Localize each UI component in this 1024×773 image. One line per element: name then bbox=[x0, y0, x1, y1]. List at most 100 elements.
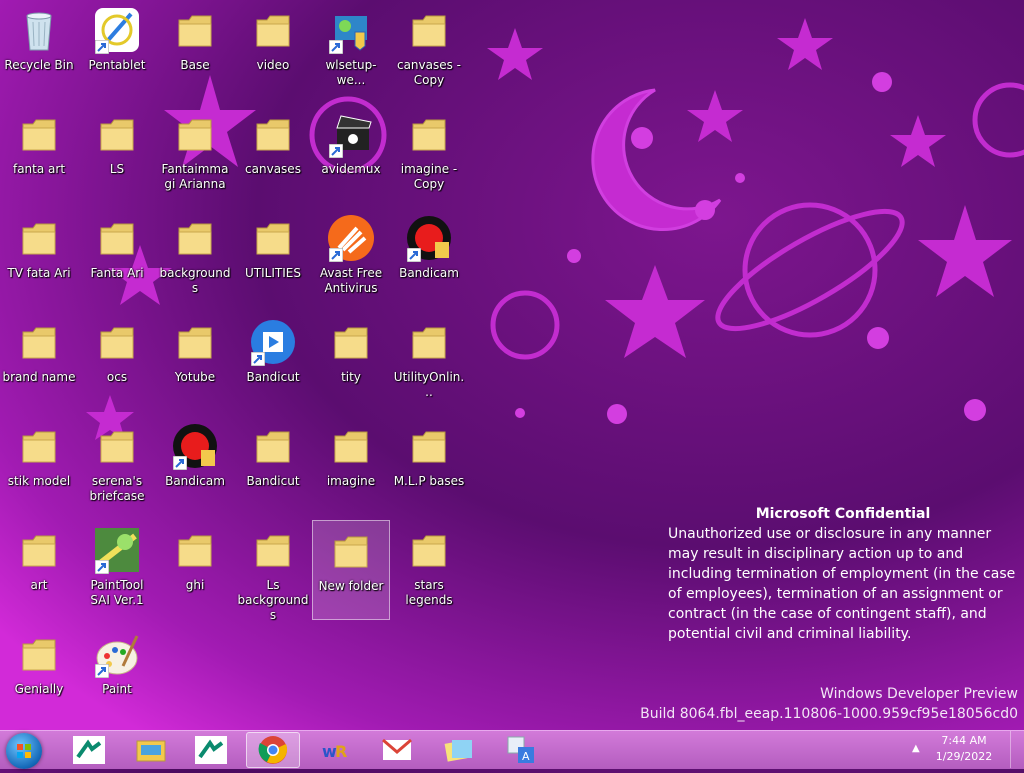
desktop-icon-fantaimmagi-arianna[interactable]: Fantaimmagi Arianna bbox=[156, 104, 234, 204]
folder-icon bbox=[93, 214, 141, 262]
taskbar-button-chrome[interactable] bbox=[246, 732, 300, 768]
desktop-icon-m-l-p-bases[interactable]: M.L.P bases bbox=[390, 416, 468, 516]
desktop-icon-tv-fata-ari[interactable]: TV fata Ari bbox=[0, 208, 78, 308]
desktop-icon-pentablet[interactable]: Pentablet bbox=[78, 0, 156, 100]
desktop-icon-label: art bbox=[30, 578, 48, 592]
desktop-icon-label: imagine bbox=[326, 474, 376, 488]
folder-icon bbox=[171, 6, 219, 54]
paint-icon bbox=[93, 630, 141, 678]
desktop-icon-brand-name[interactable]: brand name bbox=[0, 312, 78, 412]
recycle-bin-icon bbox=[15, 6, 63, 54]
desktop-icon-new-folder[interactable]: New folder bbox=[312, 520, 390, 620]
folder-icon bbox=[249, 526, 297, 574]
folder-icon bbox=[249, 6, 297, 54]
folder-icon bbox=[15, 630, 63, 678]
start-button[interactable] bbox=[6, 733, 42, 769]
desktop-icon-label: brand name bbox=[2, 370, 76, 384]
desktop-icon-label: backgrounds bbox=[159, 266, 231, 295]
taskbar-button-file-explorer[interactable] bbox=[124, 732, 178, 768]
desktop-icon-recycle-bin[interactable]: Recycle Bin bbox=[0, 0, 78, 100]
desktop-icon-bandicam[interactable]: Bandicam bbox=[156, 416, 234, 516]
pentablet-icon bbox=[93, 6, 141, 54]
desktop-icon-bandicam[interactable]: Bandicam bbox=[390, 208, 468, 308]
desktop-icon-yotube[interactable]: Yotube bbox=[156, 312, 234, 412]
desktop-icon-label: imagine - Copy bbox=[400, 162, 458, 191]
desktop-icon-label: TV fata Ari bbox=[7, 266, 71, 280]
folder-icon bbox=[327, 527, 375, 575]
sticky-notes-icon bbox=[444, 736, 474, 764]
desktop-icon-fanta-ari[interactable]: Fanta Ari bbox=[78, 208, 156, 308]
desktop-icon-wlsetup-we[interactable]: wlsetup-we... bbox=[312, 0, 390, 100]
desktop-icon-label: Genially bbox=[14, 682, 64, 696]
desktop-icon-label: fanta art bbox=[12, 162, 66, 176]
desktop-icon-label: UtilityOnlin... bbox=[393, 370, 465, 399]
credit-agricole-icon bbox=[72, 735, 106, 765]
confidential-notice: Microsoft Confidential Unauthorized use … bbox=[668, 504, 1018, 644]
desktop-icon-base[interactable]: Base bbox=[156, 0, 234, 100]
desktop-icon-backgrounds[interactable]: backgrounds bbox=[156, 208, 234, 308]
desktop-icon-canvases[interactable]: canvases bbox=[234, 104, 312, 204]
system-clock[interactable]: 7:44 AM 1/29/2022 bbox=[932, 733, 996, 765]
desktop-icon-label: Bandicam bbox=[165, 474, 225, 488]
desktop-icon-label: serena's briefcase bbox=[89, 474, 145, 503]
desktop-icon-label: Fanta Ari bbox=[90, 266, 144, 280]
desktop-icon-ocs[interactable]: ocs bbox=[78, 312, 156, 412]
folder-icon bbox=[93, 110, 141, 158]
folder-icon bbox=[327, 422, 375, 470]
clock-time: 7:44 AM bbox=[941, 734, 987, 747]
desktop-icon-bandicut[interactable]: Bandicut bbox=[234, 416, 312, 516]
folder-icon bbox=[405, 6, 453, 54]
desktop-icon-imagine-copy[interactable]: imagine - Copy bbox=[390, 104, 468, 204]
taskbar-button-credit-agricole[interactable] bbox=[184, 732, 238, 768]
taskbar-button-wordreference[interactable]: wR bbox=[308, 732, 362, 768]
desktop-icon-utilityonlin[interactable]: UtilityOnlin... bbox=[390, 312, 468, 412]
desktop-icon-canvases-copy[interactable]: canvases - Copy bbox=[390, 0, 468, 100]
svg-text:R: R bbox=[335, 742, 347, 761]
desktop-icon-paint[interactable]: Paint bbox=[78, 624, 156, 724]
desktop-icon-label: Fantaimmagi Arianna bbox=[161, 162, 229, 191]
folder-icon bbox=[249, 422, 297, 470]
taskbar-button-gmail[interactable] bbox=[370, 732, 424, 768]
desktop-icon-art[interactable]: art bbox=[0, 520, 78, 620]
desktop-icon-label: Yotube bbox=[174, 370, 216, 384]
desktop-icon-video[interactable]: video bbox=[234, 0, 312, 100]
desktop-icon-label: PaintTool SAI Ver.1 bbox=[90, 578, 144, 607]
desktop-icon-ls-backgrounds[interactable]: Ls backgrounds bbox=[234, 520, 312, 622]
taskbar-button-translate[interactable]: A bbox=[494, 732, 548, 768]
desktop-icon-label: UTILITIES bbox=[245, 266, 301, 280]
show-desktop-button[interactable] bbox=[1010, 731, 1024, 768]
folder-icon bbox=[405, 526, 453, 574]
desktop-icon-utilities[interactable]: UTILITIES bbox=[234, 208, 312, 308]
desktop-icon-stars-legends[interactable]: stars legends bbox=[390, 520, 468, 620]
bandicam-icon bbox=[405, 214, 453, 262]
bandicut-icon bbox=[249, 318, 297, 366]
folder-icon bbox=[15, 422, 63, 470]
taskbar-button-sticky-notes[interactable] bbox=[432, 732, 486, 768]
taskbar-button-credit-agricole[interactable] bbox=[62, 732, 116, 768]
desktop-icon-fanta-art[interactable]: fanta art bbox=[0, 104, 78, 204]
desktop-icon-stik-model[interactable]: stik model bbox=[0, 416, 78, 516]
desktop-icon-label: canvases bbox=[245, 162, 301, 176]
installer-icon bbox=[327, 6, 375, 54]
desktop-icon-genially[interactable]: Genially bbox=[0, 624, 78, 724]
desktop-icon-label: New folder bbox=[318, 579, 384, 593]
desktop-icon-tity[interactable]: tity bbox=[312, 312, 390, 412]
desktop-icon-bandicut[interactable]: Bandicut bbox=[234, 312, 312, 412]
clock-date: 1/29/2022 bbox=[935, 750, 993, 763]
folder-icon bbox=[405, 110, 453, 158]
folder-icon bbox=[171, 526, 219, 574]
desktop-icon-ghi[interactable]: ghi bbox=[156, 520, 234, 620]
desktop-icon-label: stars legends bbox=[405, 578, 453, 607]
desktop-icon-label: Ls backgrounds bbox=[237, 578, 309, 622]
desktop-icon-avidemux[interactable]: avidemux bbox=[312, 104, 390, 204]
folder-icon bbox=[249, 110, 297, 158]
desktop-icon-label: LS bbox=[109, 162, 125, 176]
folder-icon bbox=[405, 422, 453, 470]
desktop-icon-serena-s-briefcase[interactable]: serena's briefcase bbox=[78, 416, 156, 516]
show-hidden-icons-button[interactable]: ▲ bbox=[912, 743, 920, 754]
desktop-icon-ls[interactable]: LS bbox=[78, 104, 156, 204]
desktop-icon-avast-free-antivirus[interactable]: Avast Free Antivirus bbox=[312, 208, 390, 308]
desktop-icon-imagine[interactable]: imagine bbox=[312, 416, 390, 516]
notice-body: Unauthorized use or disclosure in any ma… bbox=[668, 526, 1016, 642]
desktop-icon-painttool-sai-ver-1[interactable]: PaintTool SAI Ver.1 bbox=[78, 520, 156, 620]
